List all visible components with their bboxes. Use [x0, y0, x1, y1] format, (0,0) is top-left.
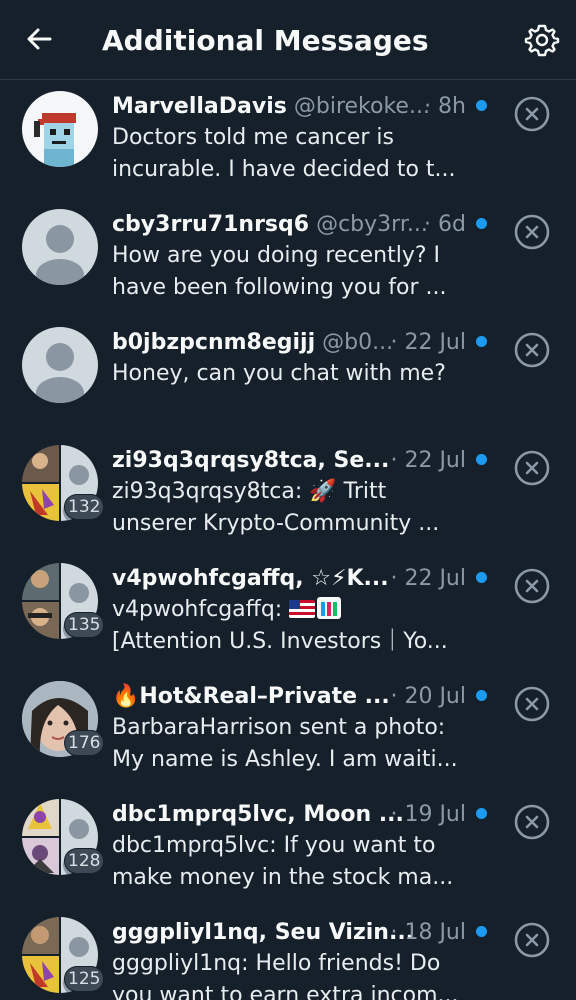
message-preview: BarbaraHarrison sent a photo: My name is… [112, 715, 457, 772]
unread-dot-icon [476, 454, 487, 465]
conversation-row[interactable]: MarvellaDavis @birekoke... · 8h Doctors … [0, 80, 576, 198]
timestamp: · 22 Jul [390, 330, 466, 355]
avatar [22, 91, 98, 167]
conversation-row[interactable]: 135 v4pwohfcgaffq, ☆⚡K... · 22 Jul v4pwo… [0, 552, 576, 670]
person-silhouette-icon [36, 225, 84, 285]
dismiss-icon[interactable] [514, 96, 550, 132]
bar-chart-icon [317, 597, 342, 619]
timestamp: · 19 Jul [390, 802, 466, 827]
dismiss-icon[interactable] [514, 332, 550, 368]
us-flag-icon [289, 600, 316, 618]
arrow-left-icon[interactable] [22, 22, 56, 56]
timestamp: · 22 Jul [390, 448, 466, 473]
default-avatar [22, 209, 98, 285]
conversation-row[interactable]: b0jbzpcnm8egijj @b0... · 22 Jul Honey, c… [0, 316, 576, 434]
dismiss-icon[interactable] [514, 804, 550, 840]
timestamp: · 18 Jul [390, 920, 466, 945]
top-bar: Additional Messages [0, 0, 576, 80]
member-count-badge: 128 [64, 848, 105, 874]
member-count-badge: 135 [64, 612, 105, 638]
sender-name: b0jbzpcnm8egijj [112, 330, 316, 355]
unread-dot-icon [476, 100, 487, 111]
message-preview: dbc1mprq5lvc: If you want to make money … [112, 833, 454, 890]
timestamp: · 6d [424, 212, 466, 237]
conversation-row[interactable]: cby3rru71nrsq6 @cby3rr... · 6d How are y… [0, 198, 576, 316]
sender-name: 🔥Hot&Real–Private ... [112, 684, 390, 709]
unread-dot-icon [476, 690, 487, 701]
unread-dot-icon [476, 218, 487, 229]
sender-name: MarvellaDavis [112, 94, 287, 119]
dismiss-icon[interactable] [514, 922, 550, 958]
unread-dot-icon [476, 808, 487, 819]
conversation-row[interactable]: 125 gggpliyl1nq, Seu Vizin... · 18 Jul g… [0, 906, 576, 1000]
unread-dot-icon [476, 926, 487, 937]
timestamp: · 20 Jul [390, 684, 466, 709]
dismiss-icon[interactable] [514, 568, 550, 604]
message-preview: gggpliyl1nq: Hello friends! Do you want … [112, 951, 457, 1000]
default-avatar [22, 327, 98, 403]
message-preview: zi93q3qrqsy8tca: 🚀 Tritt unserer Krypto-… [112, 479, 440, 536]
timestamp: · 22 Jul [390, 566, 466, 591]
person-silhouette-icon [36, 343, 84, 403]
member-count-badge: 176 [64, 730, 105, 756]
unread-dot-icon [476, 572, 487, 583]
sender-handle: @b0... [322, 330, 394, 355]
dismiss-icon[interactable] [514, 686, 550, 722]
message-preview: v4pwohfcgaffq: [Attention U.S. Investors… [112, 597, 448, 654]
conversation-row[interactable]: 128 dbc1mprq5lvc, Moon ... · 19 Jul dbc1… [0, 788, 576, 906]
member-count-badge: 125 [64, 966, 105, 992]
gear-icon[interactable] [524, 22, 560, 58]
unread-dot-icon [476, 336, 487, 347]
message-preview: How are you doing recently? I have been … [112, 243, 447, 300]
conversation-row[interactable]: 176 🔥Hot&Real–Private ... · 20 Jul Barba… [0, 670, 576, 788]
page-title: Additional Messages [102, 24, 429, 57]
dismiss-icon[interactable] [514, 214, 550, 250]
timestamp: · 8h [424, 94, 466, 119]
sender-name: v4pwohfcgaffq, ☆⚡K... [112, 566, 389, 591]
message-preview: Doctors told me cancer is incurable. I h… [112, 125, 456, 182]
member-count-badge: 132 [64, 494, 105, 520]
message-preview: Honey, can you chat with me? [112, 361, 446, 386]
dismiss-icon[interactable] [514, 450, 550, 486]
sender-name: gggpliyl1nq, Seu Vizin... [112, 920, 415, 945]
sender-name: dbc1mprq5lvc, Moon ... [112, 802, 404, 827]
pixel-avatar-image [34, 113, 76, 167]
sender-name: cby3rru71nrsq6 [112, 212, 310, 237]
sender-name: zi93q3qrqsy8tca, Se... [112, 448, 390, 473]
conversation-row[interactable]: 132 zi93q3qrqsy8tca, Se... · 22 Jul zi93… [0, 434, 576, 552]
